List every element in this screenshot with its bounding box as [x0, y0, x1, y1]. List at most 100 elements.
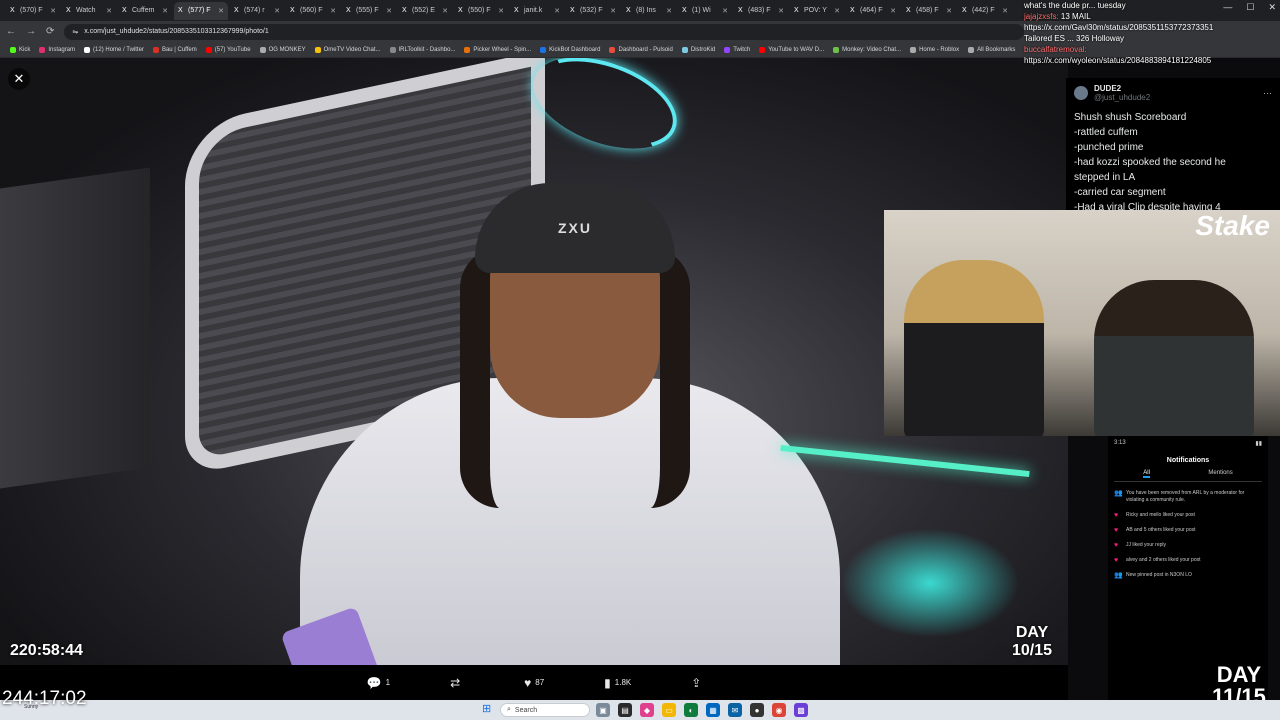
browser-tab[interactable]: X (1) Wi ✕: [678, 2, 732, 20]
tab-close-icon[interactable]: ✕: [162, 7, 168, 15]
browser-tab[interactable]: X (8) Ins ✕: [622, 2, 676, 20]
tab-close-icon[interactable]: ✕: [330, 7, 336, 15]
chat-overlay-line: jajajzxsfs: 13 MAIL: [1024, 11, 1280, 22]
bookmark-item[interactable]: (12) Home / Twitter: [84, 46, 144, 53]
file-explorer-icon[interactable]: ▭: [662, 703, 676, 717]
bookmark-item[interactable]: Picker Wheel - Spin...: [464, 46, 531, 53]
notification-text: You have been removed from ARL by a mode…: [1126, 490, 1245, 503]
browser-tab[interactable]: X (550) F ✕: [454, 2, 508, 20]
bookmark-label: All Bookmarks: [977, 46, 1016, 53]
copilot-icon[interactable]: ◆: [640, 703, 654, 717]
tab-close-icon[interactable]: ✕: [890, 7, 896, 15]
tab-close-icon[interactable]: ✕: [778, 7, 784, 15]
app-icon[interactable]: ▩: [794, 703, 808, 717]
chrome-icon[interactable]: ◉: [772, 703, 786, 717]
tab-close-icon[interactable]: ✕: [498, 7, 504, 15]
tweet-author-handle[interactable]: @just_uhdude2: [1094, 93, 1150, 102]
tab-close-icon[interactable]: ✕: [274, 7, 280, 15]
bookmark-item[interactable]: Monkey: Video Chat...: [833, 46, 901, 53]
mini-chat-overlay: [850, 64, 950, 70]
notification-item[interactable]: ♥ alvey and 2 others liked your post: [1114, 557, 1262, 564]
bookmark-item[interactable]: KickBot Dashboard: [540, 46, 600, 53]
more-options-icon[interactable]: ⋯: [1263, 88, 1272, 99]
tab-close-icon[interactable]: ✕: [1002, 7, 1008, 15]
browser-tab[interactable]: X (483) F ✕: [734, 2, 788, 20]
views-button[interactable]: ▮ 1.8K: [604, 676, 631, 690]
share-button[interactable]: ⇪: [691, 676, 701, 690]
notification-item[interactable]: ♥ Ricky and meilo liked your post: [1114, 512, 1262, 519]
tab-close-icon[interactable]: ✕: [834, 7, 840, 15]
reply-button[interactable]: 💬 1: [367, 676, 390, 690]
bookmark-item[interactable]: (57) YouTube: [205, 46, 251, 53]
bookmark-item[interactable]: Dashboard - Pulsoid: [609, 46, 673, 53]
bookmark-item[interactable]: All Bookmarks: [968, 46, 1016, 53]
bookmark-item[interactable]: Instagram: [39, 46, 75, 53]
bookmark-item[interactable]: Bau | Cuffem: [152, 46, 197, 53]
tab-close-icon[interactable]: ✕: [610, 7, 616, 15]
x-favicon-icon: X: [794, 7, 799, 14]
browser-tab[interactable]: X POV: Y ✕: [790, 2, 844, 20]
tab-close-icon[interactable]: ✕: [106, 7, 112, 15]
like-button[interactable]: ♥ 87: [524, 676, 544, 690]
tab-close-icon[interactable]: ✕: [218, 7, 224, 15]
mail-icon[interactable]: ✉: [728, 703, 742, 717]
tab-label: (552) E: [412, 7, 435, 14]
notification-item[interactable]: 👥 You have been removed from ARL by a mod…: [1114, 490, 1262, 504]
browser-tab[interactable]: X (552) E ✕: [398, 2, 452, 20]
task-view-icon[interactable]: ▣: [596, 703, 610, 717]
browser-tab[interactable]: X (577) F ✕: [174, 1, 228, 20]
bookmark-item[interactable]: DistroKid: [681, 46, 715, 53]
url-text: x.com/just_uhdude2/status/20853351033123…: [84, 28, 269, 35]
tab-all[interactable]: All: [1143, 470, 1150, 478]
url-input[interactable]: ⇋ x.com/just_uhdude2/status/208533510331…: [64, 23, 1025, 40]
tab-close-icon[interactable]: ✕: [666, 7, 672, 15]
site-info-icon[interactable]: ⇋: [72, 28, 78, 36]
day-badge2-label: DAY: [1216, 662, 1262, 687]
tab-close-icon[interactable]: ✕: [722, 7, 728, 15]
bookmark-item[interactable]: Home - Roblox: [910, 46, 959, 53]
bookmark-item[interactable]: OmeTV Video Chat...: [314, 46, 381, 53]
tweet-author-name[interactable]: DUDE2: [1094, 84, 1150, 93]
notification-item[interactable]: ♥ JJ liked your reply: [1114, 542, 1262, 549]
widgets-icon[interactable]: ▤: [618, 703, 632, 717]
browser-tab[interactable]: X (464) F ✕: [846, 2, 900, 20]
obs-icon[interactable]: ●: [750, 703, 764, 717]
browser-tab[interactable]: X (532) F ✕: [566, 2, 620, 20]
tab-mentions[interactable]: Mentions: [1208, 470, 1232, 478]
bookmark-item[interactable]: IRLToolkit - Dashbo...: [389, 46, 455, 53]
browser-tab[interactable]: X Cuffem ✕: [118, 2, 172, 20]
browser-tab[interactable]: X (560) F ✕: [286, 2, 340, 20]
browser-tab[interactable]: Xjanit.k ✕: [510, 2, 564, 20]
forward-icon[interactable]: →: [26, 26, 36, 37]
back-icon[interactable]: ←: [6, 26, 16, 37]
retweet-button[interactable]: ⇄: [450, 676, 464, 690]
close-viewer-button[interactable]: ✕: [8, 68, 30, 90]
browser-tab[interactable]: X (574) r ✕: [230, 2, 284, 20]
bookmark-item[interactable]: Twitch: [724, 46, 750, 53]
tab-close-icon[interactable]: ✕: [442, 7, 448, 15]
taskbar-search[interactable]: ⌕ Search: [500, 703, 590, 717]
windows-start-icon[interactable]: ⊞: [482, 704, 493, 715]
tweet-line: -carried car segment: [1074, 187, 1166, 198]
tab-label: (570) F: [20, 7, 43, 14]
browser-tab[interactable]: X Watch ✕: [62, 2, 116, 20]
avatar[interactable]: [1074, 86, 1088, 100]
bookmark-item[interactable]: Kick: [10, 46, 30, 53]
heart-icon: ♥: [524, 675, 532, 690]
browser-tab[interactable]: X (442) F ✕: [958, 2, 1012, 20]
edge-icon[interactable]: ◐: [684, 703, 698, 717]
tab-close-icon[interactable]: ✕: [386, 7, 392, 15]
tab-close-icon[interactable]: ✕: [50, 7, 56, 15]
notification-item[interactable]: ♥ AB and 5 others liked your post: [1114, 527, 1262, 534]
bookmark-item[interactable]: OG MONKEY: [259, 46, 306, 53]
browser-tab[interactable]: X (570) F ✕: [6, 2, 60, 20]
tab-close-icon[interactable]: ✕: [946, 7, 952, 15]
notification-item[interactable]: 👥 New pinned post in N3ON LO: [1114, 572, 1262, 579]
image-viewer: ZXU 220:58:44 DAY 10/15 ✕ 💬 1 ⇄ ♥ 87 ▮ 1.8K…: [0, 58, 1280, 708]
browser-tab[interactable]: X (555) F ✕: [342, 2, 396, 20]
browser-tab[interactable]: X (458) F ✕: [902, 2, 956, 20]
store-icon[interactable]: ▦: [706, 703, 720, 717]
reload-icon[interactable]: ⟳: [46, 26, 54, 37]
tab-close-icon[interactable]: ✕: [554, 7, 560, 15]
bookmark-item[interactable]: YouTube to WAV D...: [759, 46, 824, 53]
